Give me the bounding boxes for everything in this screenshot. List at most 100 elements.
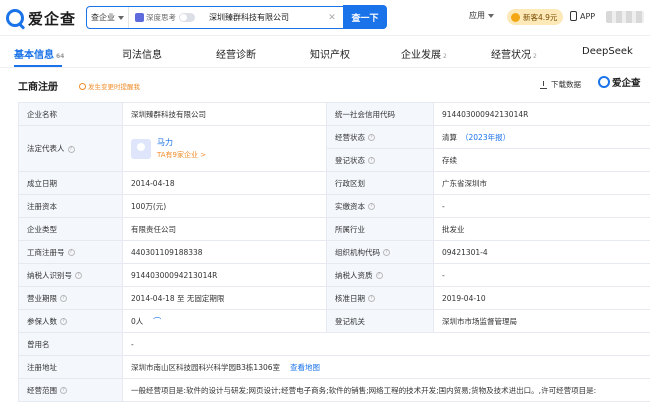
help-icon[interactable]: ? bbox=[375, 272, 383, 279]
search-bar: 查企业 深度思考 深圳臻群科技有限公司 ✕ 查一下 bbox=[86, 5, 387, 29]
app-download[interactable]: APP bbox=[570, 11, 595, 21]
search-scope-label: 查企业 bbox=[91, 13, 115, 22]
tab-operations[interactable]: 经营状况 2 bbox=[491, 46, 537, 61]
brand-label: 爱企查 bbox=[612, 78, 641, 89]
promo-badge[interactable]: 新客4.9元 bbox=[507, 9, 564, 25]
table-row: 曾用名 - bbox=[18, 332, 650, 356]
reg-no-label: 工商注册号 bbox=[27, 247, 65, 257]
address-value: 深圳市南山区科技园科兴科学园B3栋1306室 bbox=[131, 362, 281, 372]
insured-label: 参保人数 bbox=[27, 316, 57, 326]
tab-label: 经营诊断 bbox=[216, 50, 256, 61]
approve-date-label-cell: 核准日期? bbox=[326, 286, 434, 310]
user-avatar[interactable] bbox=[606, 11, 644, 23]
insured-label-cell: 参保人数? bbox=[18, 309, 123, 333]
clear-icon[interactable]: ✕ bbox=[325, 13, 339, 23]
org-code-label-cell: 组织机构代码? bbox=[326, 240, 434, 264]
biz-status-value: 清算 bbox=[442, 132, 457, 142]
term-label: 营业期限 bbox=[27, 293, 57, 303]
help-icon[interactable]: ? bbox=[368, 157, 375, 164]
help-icon[interactable]: ? bbox=[67, 145, 75, 153]
tab-judicial[interactable]: 司法信息 bbox=[122, 46, 162, 61]
paid-capital-label-cell: 实缴资本? bbox=[326, 194, 434, 218]
legal-rep-label-cell: 法定代表人? bbox=[18, 125, 123, 172]
help-icon[interactable]: ? bbox=[368, 134, 375, 141]
tab-label: 经营状况 bbox=[491, 50, 531, 61]
tab-development[interactable]: 企业发展 2 bbox=[401, 46, 447, 61]
help-icon[interactable]: ? bbox=[75, 272, 82, 279]
legal-rep-name[interactable]: 马力 bbox=[157, 137, 206, 148]
scope-value: 一般经营项目是:软件的设计与研发;网页设计;经营电子商务;软件的销售;网络工程的… bbox=[122, 378, 650, 402]
tab-label: 知识产权 bbox=[310, 50, 350, 61]
deep-think-toggle[interactable] bbox=[179, 13, 195, 22]
table-row: 经营范围? 一般经营项目是:软件的设计与研发;网页设计;经营电子商务;软件的销售… bbox=[18, 378, 650, 402]
reg-capital-label: 注册资本 bbox=[18, 194, 123, 218]
deep-think-toggle-group: 深度思考 bbox=[135, 12, 195, 23]
biz-status-cell: 清算 （2023年报） bbox=[433, 125, 650, 149]
annual-report-link[interactable]: （2023年报） bbox=[461, 133, 510, 142]
search-scope-select[interactable]: 查企业 bbox=[87, 7, 129, 28]
search-button[interactable]: 查一下 bbox=[343, 5, 387, 29]
tab-diagnosis[interactable]: 经营诊断 bbox=[216, 46, 256, 61]
table-row: 参保人数? 0人 ⌒ 登记机关 深圳市市场监督管理局 bbox=[18, 309, 650, 333]
help-icon[interactable]: ? bbox=[383, 249, 390, 256]
taxpayer-id-label-cell: 纳税人识别号? bbox=[18, 263, 123, 287]
help-icon[interactable]: ? bbox=[60, 387, 67, 394]
taxpayer-qual-label: 纳税人资质 bbox=[335, 270, 373, 280]
avatar[interactable] bbox=[131, 138, 151, 159]
app-label: APP bbox=[580, 11, 596, 21]
tab-ip[interactable]: 知识产权 bbox=[310, 46, 350, 61]
taxpayer-qual-value: - bbox=[433, 263, 650, 287]
help-icon[interactable]: ? bbox=[67, 249, 75, 256]
table-row: 注册地址 深圳市南山区科技园科兴科学园B3栋1306室 查看地图 bbox=[18, 355, 650, 379]
table-row: 工商注册号? 440301109188338 组织机构代码? 09421301-… bbox=[18, 240, 650, 264]
download-label: 下载数据 bbox=[551, 80, 581, 89]
help-icon[interactable]: ? bbox=[368, 295, 375, 302]
help-icon[interactable]: ? bbox=[60, 295, 67, 302]
search-input[interactable]: 深圳臻群科技有限公司 bbox=[209, 12, 321, 23]
company-type-label: 企业类型 bbox=[18, 217, 123, 241]
org-code-label: 组织机构代码 bbox=[335, 247, 380, 257]
site-logo[interactable]: 爱企查 bbox=[6, 7, 76, 29]
reg-status-label: 登记状态 bbox=[335, 155, 365, 165]
download-button[interactable]: 下载数据 bbox=[540, 79, 581, 90]
org-code-value: 09421301-4 bbox=[433, 240, 650, 264]
deep-think-icon bbox=[135, 13, 144, 22]
tab-count: 2 bbox=[443, 53, 447, 60]
company-type-value: 有限责任公司 bbox=[122, 217, 327, 241]
credit-code-value: 91440300094213014R bbox=[433, 102, 650, 126]
approve-date-label: 核准日期 bbox=[335, 293, 365, 303]
table-row: 企业类型 有限责任公司 所属行业 批发业 bbox=[18, 217, 650, 241]
apps-menu[interactable]: 应用 bbox=[469, 10, 494, 21]
table-row: 成立日期 2014-04-18 行政区划 广东省深圳市 bbox=[18, 171, 650, 195]
tab-count: 2 bbox=[533, 53, 537, 60]
change-alert-link[interactable]: 发生变更时提醒我 bbox=[79, 81, 140, 91]
reg-capital-value: 100万(元) bbox=[122, 194, 327, 218]
view-map-link[interactable]: 查看地图 bbox=[290, 363, 320, 372]
scope-label-cell: 经营范围? bbox=[18, 378, 123, 402]
taxpayer-id-label: 纳税人识别号 bbox=[27, 270, 72, 280]
legal-rep-companies-link[interactable]: TA有9家企业 > bbox=[157, 150, 206, 160]
trend-chart-icon[interactable]: ⌒ bbox=[153, 317, 161, 326]
insured-value: 0人 bbox=[131, 316, 144, 326]
reg-no-label-cell: 工商注册号? bbox=[18, 240, 123, 264]
chevron-down-icon bbox=[118, 15, 124, 20]
promo-label: 新客4.9元 bbox=[523, 12, 558, 22]
term-value: 2014-04-18 至 无固定期限 bbox=[122, 286, 327, 310]
tab-label: 基本信息 bbox=[14, 50, 54, 61]
address-label: 注册地址 bbox=[18, 355, 123, 379]
logo-magnifier-icon bbox=[6, 9, 24, 27]
approve-date-value: 2019-04-10 bbox=[433, 286, 650, 310]
scope-label: 经营范围 bbox=[27, 385, 57, 395]
help-icon[interactable]: ? bbox=[368, 203, 375, 210]
term-label-cell: 营业期限? bbox=[18, 286, 123, 310]
tab-deepseek[interactable]: DeepSeek bbox=[582, 46, 633, 57]
phone-icon bbox=[570, 11, 577, 21]
reg-status-label-cell: 登记状态? bbox=[326, 148, 434, 172]
brand-watermark: 爱企查 bbox=[598, 75, 641, 89]
table-row: 法定代表人? 马力 TA有9家企业 > 经营状态? 清算 （2023年报） bbox=[18, 125, 650, 172]
tab-basic-info[interactable]: 基本信息 64 bbox=[14, 46, 64, 61]
help-icon[interactable]: ? bbox=[60, 318, 67, 325]
deep-think-label: 深度思考 bbox=[146, 13, 176, 22]
legal-rep-label: 法定代表人 bbox=[27, 144, 65, 153]
coin-icon bbox=[511, 12, 520, 22]
